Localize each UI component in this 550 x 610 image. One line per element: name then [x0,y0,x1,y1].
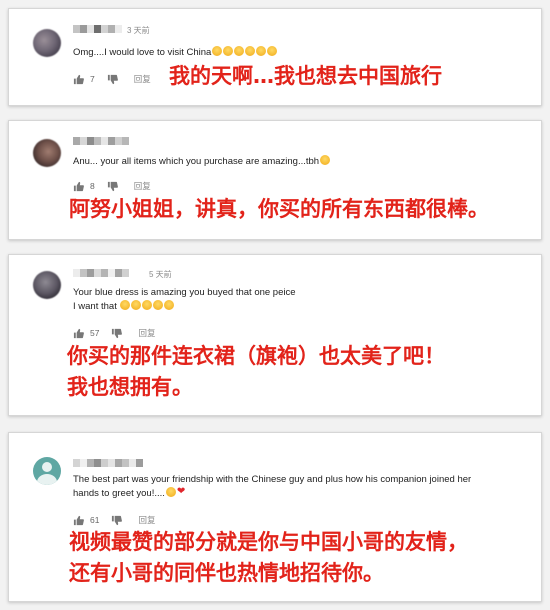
heart-eyes-emoji-icon [245,46,256,56]
comment-text-line: The best part was your friendship with t… [73,474,472,485]
comment-text: Omg....I would love to visit China [73,46,525,60]
comment-text-line-with-emojis: hands to greet you!.... [73,485,525,501]
thumbs-up-icon[interactable] [73,74,84,85]
reply-button[interactable]: 回复 [134,73,151,85]
translation-line: 我也想拥有。 [67,375,193,399]
heart-eyes-emoji-icon [142,300,153,310]
comment-text-line-with-emojis: I want that [73,300,525,314]
like-count: 8 [90,181,95,191]
reply-button[interactable]: 回复 [138,514,155,526]
username-mosaic[interactable] [73,137,129,145]
translation-line: 还有小哥的同伴也热情地招待你。 [69,561,384,585]
heart-eyes-emoji-icon [212,46,223,56]
default-avatar-icon[interactable] [33,457,61,485]
comment-actions: 61 回复 [73,513,155,527]
smile-emoji-icon [165,487,176,497]
comment-text-line: I want that [73,301,117,312]
comment-text: Anu... your all items which you purchase… [73,155,525,169]
reply-button[interactable]: 回复 [138,327,155,339]
heart-eyes-emoji-icon [234,46,245,56]
comment-time[interactable]: 3 天前 [127,25,150,36]
like-count: 61 [90,515,100,525]
smile-emoji-icon [164,300,175,310]
like-count: 7 [90,74,95,84]
comment-card: Anu... your all items which you purchase… [8,120,542,240]
translation-text: 你买的那件连衣裙（旗袍）也太美了吧！ 我也想拥有。 [67,341,445,403]
heart-eyes-emoji-icon [267,46,278,56]
thumbs-down-icon[interactable] [107,181,118,192]
comment-card: 5 天前 Your blue dress is amazing you buye… [8,254,542,416]
comment-card: 3 天前 Omg....I would love to visit China … [8,8,542,106]
comment-actions: 8 回复 [73,179,151,193]
comment-text-body: Omg....I would love to visit China [73,47,212,58]
thumbs-down-icon[interactable] [111,515,123,526]
comment-text-line: hands to greet you!.... [73,488,165,499]
heart-emoji-icon [177,485,187,499]
reply-button[interactable]: 回复 [134,180,151,192]
translation-text: 视频最赞的部分就是你与中国小哥的友情， 还有小哥的同伴也热情地招待你。 [69,527,468,589]
translation-line: 你买的那件连衣裙（旗袍）也太美了吧！ [67,344,445,368]
translation-line: 视频最赞的部分就是你与中国小哥的友情， [69,530,468,554]
user-avatar[interactable] [33,271,61,299]
smile-emoji-icon [120,300,131,310]
smile-emoji-icon [320,155,331,165]
comment-actions: 57 回复 [73,326,155,340]
comment-text: The best part was your friendship with t… [73,473,525,501]
user-avatar[interactable] [33,29,61,57]
thumbs-up-icon[interactable] [73,181,84,192]
heart-eyes-emoji-icon [153,300,164,310]
comment-text-body: Anu... your all items which you purchase… [73,156,320,167]
user-avatar[interactable] [33,139,61,167]
like-count: 57 [90,328,100,338]
translation-text: 阿努小姐姐，讲真，你买的所有东西都很棒。 [69,197,489,221]
username-mosaic[interactable] [73,459,143,467]
comment-text: Your blue dress is amazing you buyed tha… [73,286,525,314]
comment-actions: 7 回复 [73,72,151,86]
comment-time[interactable]: 5 天前 [149,269,172,280]
thumbs-down-icon[interactable] [107,74,118,85]
thumbs-up-icon[interactable] [73,515,84,526]
username-mosaic[interactable] [73,269,129,277]
username-mosaic[interactable] [73,25,122,33]
heart-eyes-emoji-icon [256,46,267,56]
comment-text-line: Your blue dress is amazing you buyed tha… [73,287,296,298]
comment-card: The best part was your friendship with t… [8,432,542,602]
thumbs-down-icon[interactable] [111,328,123,339]
heart-eyes-emoji-icon [223,46,234,56]
thumbs-up-icon[interactable] [73,328,84,339]
smile-emoji-icon [131,300,142,310]
translation-text: 我的天啊…我也想去中国旅行 [169,64,442,88]
